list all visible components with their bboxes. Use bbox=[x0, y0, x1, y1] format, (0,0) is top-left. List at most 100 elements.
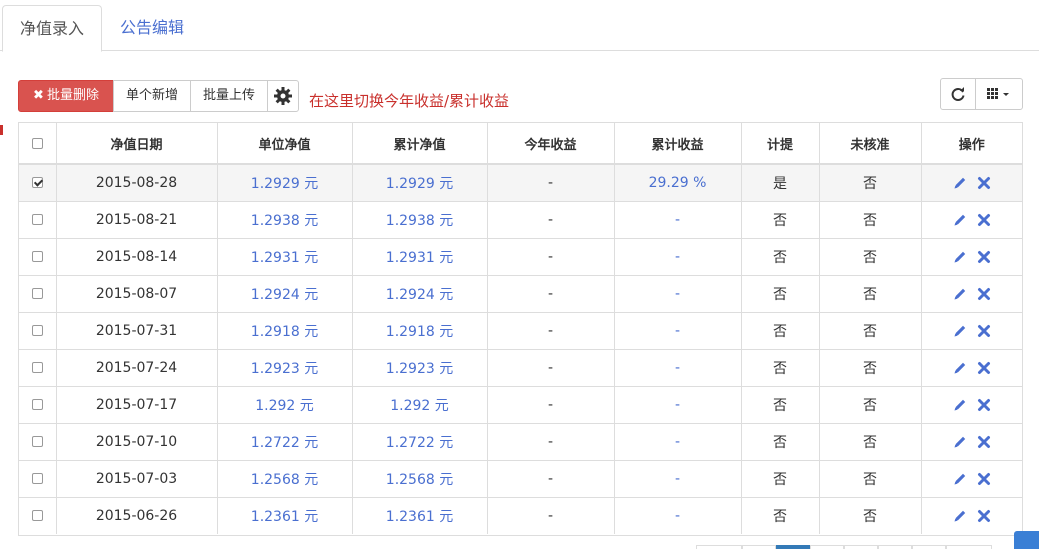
column-header-unverified[interactable]: 未核准 bbox=[819, 123, 922, 165]
close-icon[interactable] bbox=[976, 508, 992, 524]
column-header-total-return[interactable]: 累计收益 bbox=[614, 123, 742, 165]
pager-next[interactable] bbox=[946, 545, 992, 549]
row-checkbox[interactable] bbox=[31, 177, 43, 189]
cell-unit-nav[interactable]: 1.2568 元 bbox=[217, 460, 353, 498]
cell-unit-nav[interactable]: 1.2929 元 bbox=[217, 164, 353, 202]
cell-accrual: 否 bbox=[741, 497, 820, 534]
row-checkbox[interactable] bbox=[31, 399, 43, 410]
cell-unit-nav[interactable]: 1.2924 元 bbox=[217, 275, 353, 313]
cell-total-return: - bbox=[614, 201, 742, 239]
cell-ytd-return: - bbox=[487, 312, 615, 350]
cell-unit-nav[interactable]: 1.292 元 bbox=[217, 386, 353, 424]
columns-toggle-button[interactable] bbox=[975, 78, 1023, 110]
cell-ytd-return: - bbox=[487, 386, 615, 424]
cell-cum-nav[interactable]: 1.2931 元 bbox=[352, 238, 488, 276]
row-checkbox[interactable] bbox=[31, 214, 43, 225]
row-checkbox[interactable] bbox=[31, 362, 43, 373]
close-icon[interactable] bbox=[976, 323, 992, 339]
row-checkbox[interactable] bbox=[31, 473, 43, 484]
batch-delete-button[interactable]: ✖ 批量删除 bbox=[18, 80, 114, 112]
pager-page[interactable] bbox=[878, 545, 912, 549]
row-checkbox[interactable] bbox=[31, 510, 43, 522]
cell-cum-nav[interactable]: 1.292 元 bbox=[352, 386, 488, 424]
pencil-icon[interactable] bbox=[952, 323, 968, 339]
tab-announcement-edit[interactable]: 公告编辑 bbox=[104, 5, 200, 52]
column-header-date[interactable]: 净值日期 bbox=[56, 123, 218, 165]
table-row[interactable]: 2015-08-07 1.2924 元 1.2924 元--否否 bbox=[19, 275, 1022, 313]
back-to-top-button[interactable] bbox=[1014, 531, 1039, 549]
close-icon[interactable] bbox=[976, 434, 992, 450]
table-row[interactable]: 2015-07-10 1.2722 元 1.2722 元--否否 bbox=[19, 423, 1022, 461]
table-row[interactable]: 2015-07-24 1.2923 元 1.2923 元--否否 bbox=[19, 349, 1022, 387]
pencil-icon[interactable] bbox=[952, 249, 968, 265]
refresh-button[interactable] bbox=[940, 78, 976, 110]
cell-unit-nav[interactable]: 1.2361 元 bbox=[217, 497, 353, 534]
cell-unverified: 否 bbox=[819, 497, 922, 534]
cell-cum-nav[interactable]: 1.2722 元 bbox=[352, 423, 488, 461]
single-add-button[interactable]: 单个新增 bbox=[113, 80, 191, 112]
table-row[interactable]: 2015-07-17 1.292 元 1.292 元--否否 bbox=[19, 386, 1022, 424]
table-row[interactable]: 2015-08-14 1.2931 元 1.2931 元--否否 bbox=[19, 238, 1022, 276]
pencil-icon[interactable] bbox=[952, 471, 968, 487]
select-all-checkbox[interactable] bbox=[31, 137, 43, 149]
pencil-icon[interactable] bbox=[952, 175, 968, 191]
batch-delete-label: 批量删除 bbox=[46, 88, 99, 103]
cell-actions bbox=[921, 349, 1022, 387]
cell-unverified: 否 bbox=[819, 349, 922, 387]
column-header-cum-nav[interactable]: 累计净值 bbox=[352, 123, 488, 165]
table-row[interactable]: 2015-07-03 1.2568 元 1.2568 元--否否 bbox=[19, 460, 1022, 498]
settings-button[interactable] bbox=[267, 80, 299, 112]
cell-cum-nav[interactable]: 1.2938 元 bbox=[352, 201, 488, 239]
row-checkbox[interactable] bbox=[31, 325, 43, 336]
cell-unit-nav[interactable]: 1.2923 元 bbox=[217, 349, 353, 387]
row-checkbox[interactable] bbox=[31, 288, 43, 299]
close-icon[interactable] bbox=[976, 397, 992, 413]
row-checkbox[interactable] bbox=[31, 251, 43, 262]
pager-page[interactable] bbox=[912, 545, 946, 549]
cell-cum-nav[interactable]: 1.2568 元 bbox=[352, 460, 488, 498]
cell-date: 2015-08-28 bbox=[56, 164, 218, 202]
close-icon[interactable] bbox=[976, 286, 992, 302]
pager-page[interactable] bbox=[742, 545, 776, 549]
cell-cum-nav[interactable]: 1.2924 元 bbox=[352, 275, 488, 313]
table-row[interactable]: 2015-06-26 1.2361 元 1.2361 元--否否 bbox=[19, 497, 1022, 534]
pager-prev[interactable] bbox=[696, 545, 742, 549]
pencil-icon[interactable] bbox=[952, 397, 968, 413]
row-checkbox[interactable] bbox=[31, 436, 43, 447]
cell-unit-nav[interactable]: 1.2931 元 bbox=[217, 238, 353, 276]
table-row[interactable]: 2015-08-21 1.2938 元 1.2938 元--否否 bbox=[19, 201, 1022, 239]
row-select-cell bbox=[19, 460, 57, 498]
tab-bar: 净值录入 公告编辑 bbox=[0, 0, 1039, 52]
cell-actions bbox=[921, 386, 1022, 424]
close-icon[interactable] bbox=[976, 471, 992, 487]
close-icon[interactable] bbox=[976, 249, 992, 265]
column-header-ytd-return[interactable]: 今年收益 bbox=[487, 123, 615, 165]
cell-cum-nav[interactable]: 1.2929 元 bbox=[352, 164, 488, 202]
pencil-icon[interactable] bbox=[952, 360, 968, 376]
cell-cum-nav[interactable]: 1.2923 元 bbox=[352, 349, 488, 387]
row-select-cell bbox=[19, 238, 57, 276]
close-icon[interactable] bbox=[976, 212, 992, 228]
pencil-icon[interactable] bbox=[952, 212, 968, 228]
cell-unit-nav[interactable]: 1.2938 元 bbox=[217, 201, 353, 239]
pencil-icon[interactable] bbox=[952, 286, 968, 302]
row-select-cell bbox=[19, 497, 57, 534]
pager-page[interactable] bbox=[810, 545, 844, 549]
pencil-icon[interactable] bbox=[952, 508, 968, 524]
cell-total-return: 29.29 % bbox=[614, 164, 742, 202]
tab-nav-entry[interactable]: 净值录入 bbox=[2, 5, 102, 52]
cell-cum-nav[interactable]: 1.2361 元 bbox=[352, 497, 488, 534]
cell-cum-nav[interactable]: 1.2918 元 bbox=[352, 312, 488, 350]
batch-upload-button[interactable]: 批量上传 bbox=[190, 80, 268, 112]
close-icon[interactable] bbox=[976, 175, 992, 191]
pencil-icon[interactable] bbox=[952, 434, 968, 450]
close-icon[interactable] bbox=[976, 360, 992, 376]
column-header-unit-nav[interactable]: 单位净值 bbox=[217, 123, 353, 165]
table-row[interactable]: 2015-08-28 1.2929 元 1.2929 元 -29.29 % 是否 bbox=[19, 164, 1022, 202]
cell-unit-nav[interactable]: 1.2918 元 bbox=[217, 312, 353, 350]
pager-page[interactable] bbox=[844, 545, 878, 549]
column-header-accrual[interactable]: 计提 bbox=[741, 123, 820, 165]
pager-page-active[interactable] bbox=[776, 545, 810, 549]
cell-unit-nav[interactable]: 1.2722 元 bbox=[217, 423, 353, 461]
table-row[interactable]: 2015-07-31 1.2918 元 1.2918 元--否否 bbox=[19, 312, 1022, 350]
